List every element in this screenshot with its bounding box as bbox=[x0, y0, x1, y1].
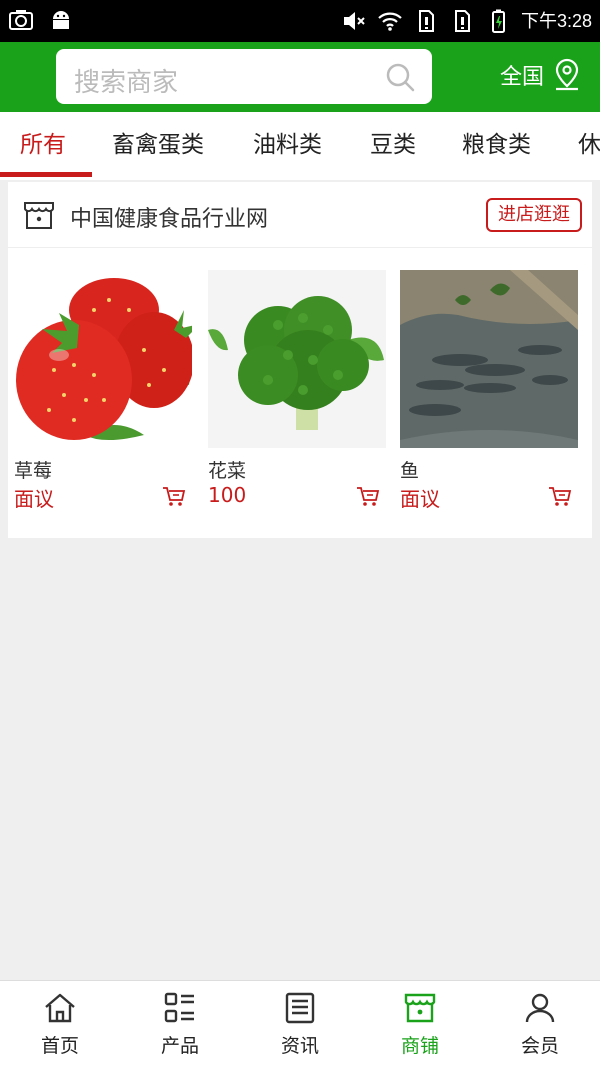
store-header: 中国健康食品行业网 进店逛逛 bbox=[8, 182, 592, 248]
sim-icon bbox=[418, 10, 434, 32]
android-icon bbox=[53, 11, 69, 29]
product-item[interactable]: 鱼 面议 bbox=[400, 270, 578, 511]
store-icon bbox=[404, 993, 436, 1023]
product-image-fish[interactable] bbox=[400, 270, 578, 448]
region-selector[interactable]: 全国 bbox=[500, 58, 582, 92]
store-card: 中国健康食品行业网 进店逛逛 草莓 面议 花菜 100 鱼 面议 bbox=[8, 182, 592, 538]
product-price: 面议 bbox=[400, 487, 440, 511]
nav-label: 商铺 bbox=[400, 1035, 439, 1057]
tab-grains[interactable]: 粮食类 bbox=[462, 112, 531, 180]
product-item[interactable]: 草莓 面议 bbox=[14, 270, 192, 511]
home-icon bbox=[45, 993, 75, 1023]
wifi-icon bbox=[378, 12, 402, 31]
nav-label: 产品 bbox=[160, 1035, 199, 1057]
tab-all[interactable]: 所有 bbox=[20, 112, 66, 180]
nav-label: 会员 bbox=[520, 1035, 559, 1057]
user-icon bbox=[525, 993, 555, 1023]
product-price: 面议 bbox=[14, 487, 54, 511]
search-placeholder: 搜索商家 bbox=[74, 68, 179, 98]
tab-more[interactable]: 休 bbox=[578, 112, 600, 180]
bottom-nav: 首页 产品 资讯 商铺 会员 bbox=[0, 980, 600, 1067]
nav-member[interactable]: 会员 bbox=[480, 981, 600, 1067]
cart-icon[interactable] bbox=[548, 486, 572, 508]
product-image-broccoli[interactable] bbox=[208, 270, 386, 448]
screenshot-icon bbox=[9, 10, 33, 30]
battery-icon bbox=[491, 9, 505, 33]
tab-beans[interactable]: 豆类 bbox=[370, 112, 416, 180]
sim-icon bbox=[454, 10, 470, 32]
product-name: 花菜 bbox=[208, 460, 247, 482]
nav-label: 首页 bbox=[40, 1035, 79, 1057]
product-image-strawberry[interactable] bbox=[14, 270, 192, 448]
location-icon bbox=[555, 58, 579, 91]
search-input[interactable]: 搜索商家 bbox=[56, 49, 432, 104]
nav-stores[interactable]: 商铺 bbox=[360, 981, 480, 1067]
store-icon bbox=[24, 202, 54, 229]
status-time: 下午3:28 bbox=[520, 11, 592, 31]
list-icon bbox=[164, 992, 194, 1023]
tab-livestock-eggs[interactable]: 畜禽蛋类 bbox=[112, 112, 204, 180]
active-tab-indicator bbox=[0, 172, 92, 177]
product-name: 鱼 bbox=[400, 460, 420, 482]
product-item[interactable]: 花菜 100 bbox=[208, 270, 386, 507]
nav-home[interactable]: 首页 bbox=[0, 981, 120, 1067]
news-icon bbox=[285, 992, 315, 1024]
cart-icon[interactable] bbox=[162, 486, 186, 508]
visit-store-button[interactable]: 进店逛逛 bbox=[486, 198, 582, 232]
nav-label: 资讯 bbox=[280, 1035, 319, 1057]
cart-icon[interactable] bbox=[356, 486, 380, 508]
search-icon[interactable] bbox=[384, 61, 416, 93]
region-label: 全国 bbox=[499, 65, 544, 90]
product-name: 草莓 bbox=[14, 460, 53, 482]
product-price: 100 bbox=[208, 483, 247, 507]
store-name: 中国健康食品行业网 bbox=[70, 207, 269, 232]
nav-news[interactable]: 资讯 bbox=[240, 981, 360, 1067]
category-tabs: 所有 畜禽蛋类 油料类 豆类 粮食类 休 bbox=[0, 112, 600, 180]
mute-icon bbox=[343, 12, 365, 30]
tab-oilseed[interactable]: 油料类 bbox=[253, 112, 322, 180]
app-header: 搜索商家 全国 bbox=[0, 42, 600, 112]
status-bar: 下午3:28 bbox=[0, 0, 600, 42]
nav-products[interactable]: 产品 bbox=[120, 981, 240, 1067]
